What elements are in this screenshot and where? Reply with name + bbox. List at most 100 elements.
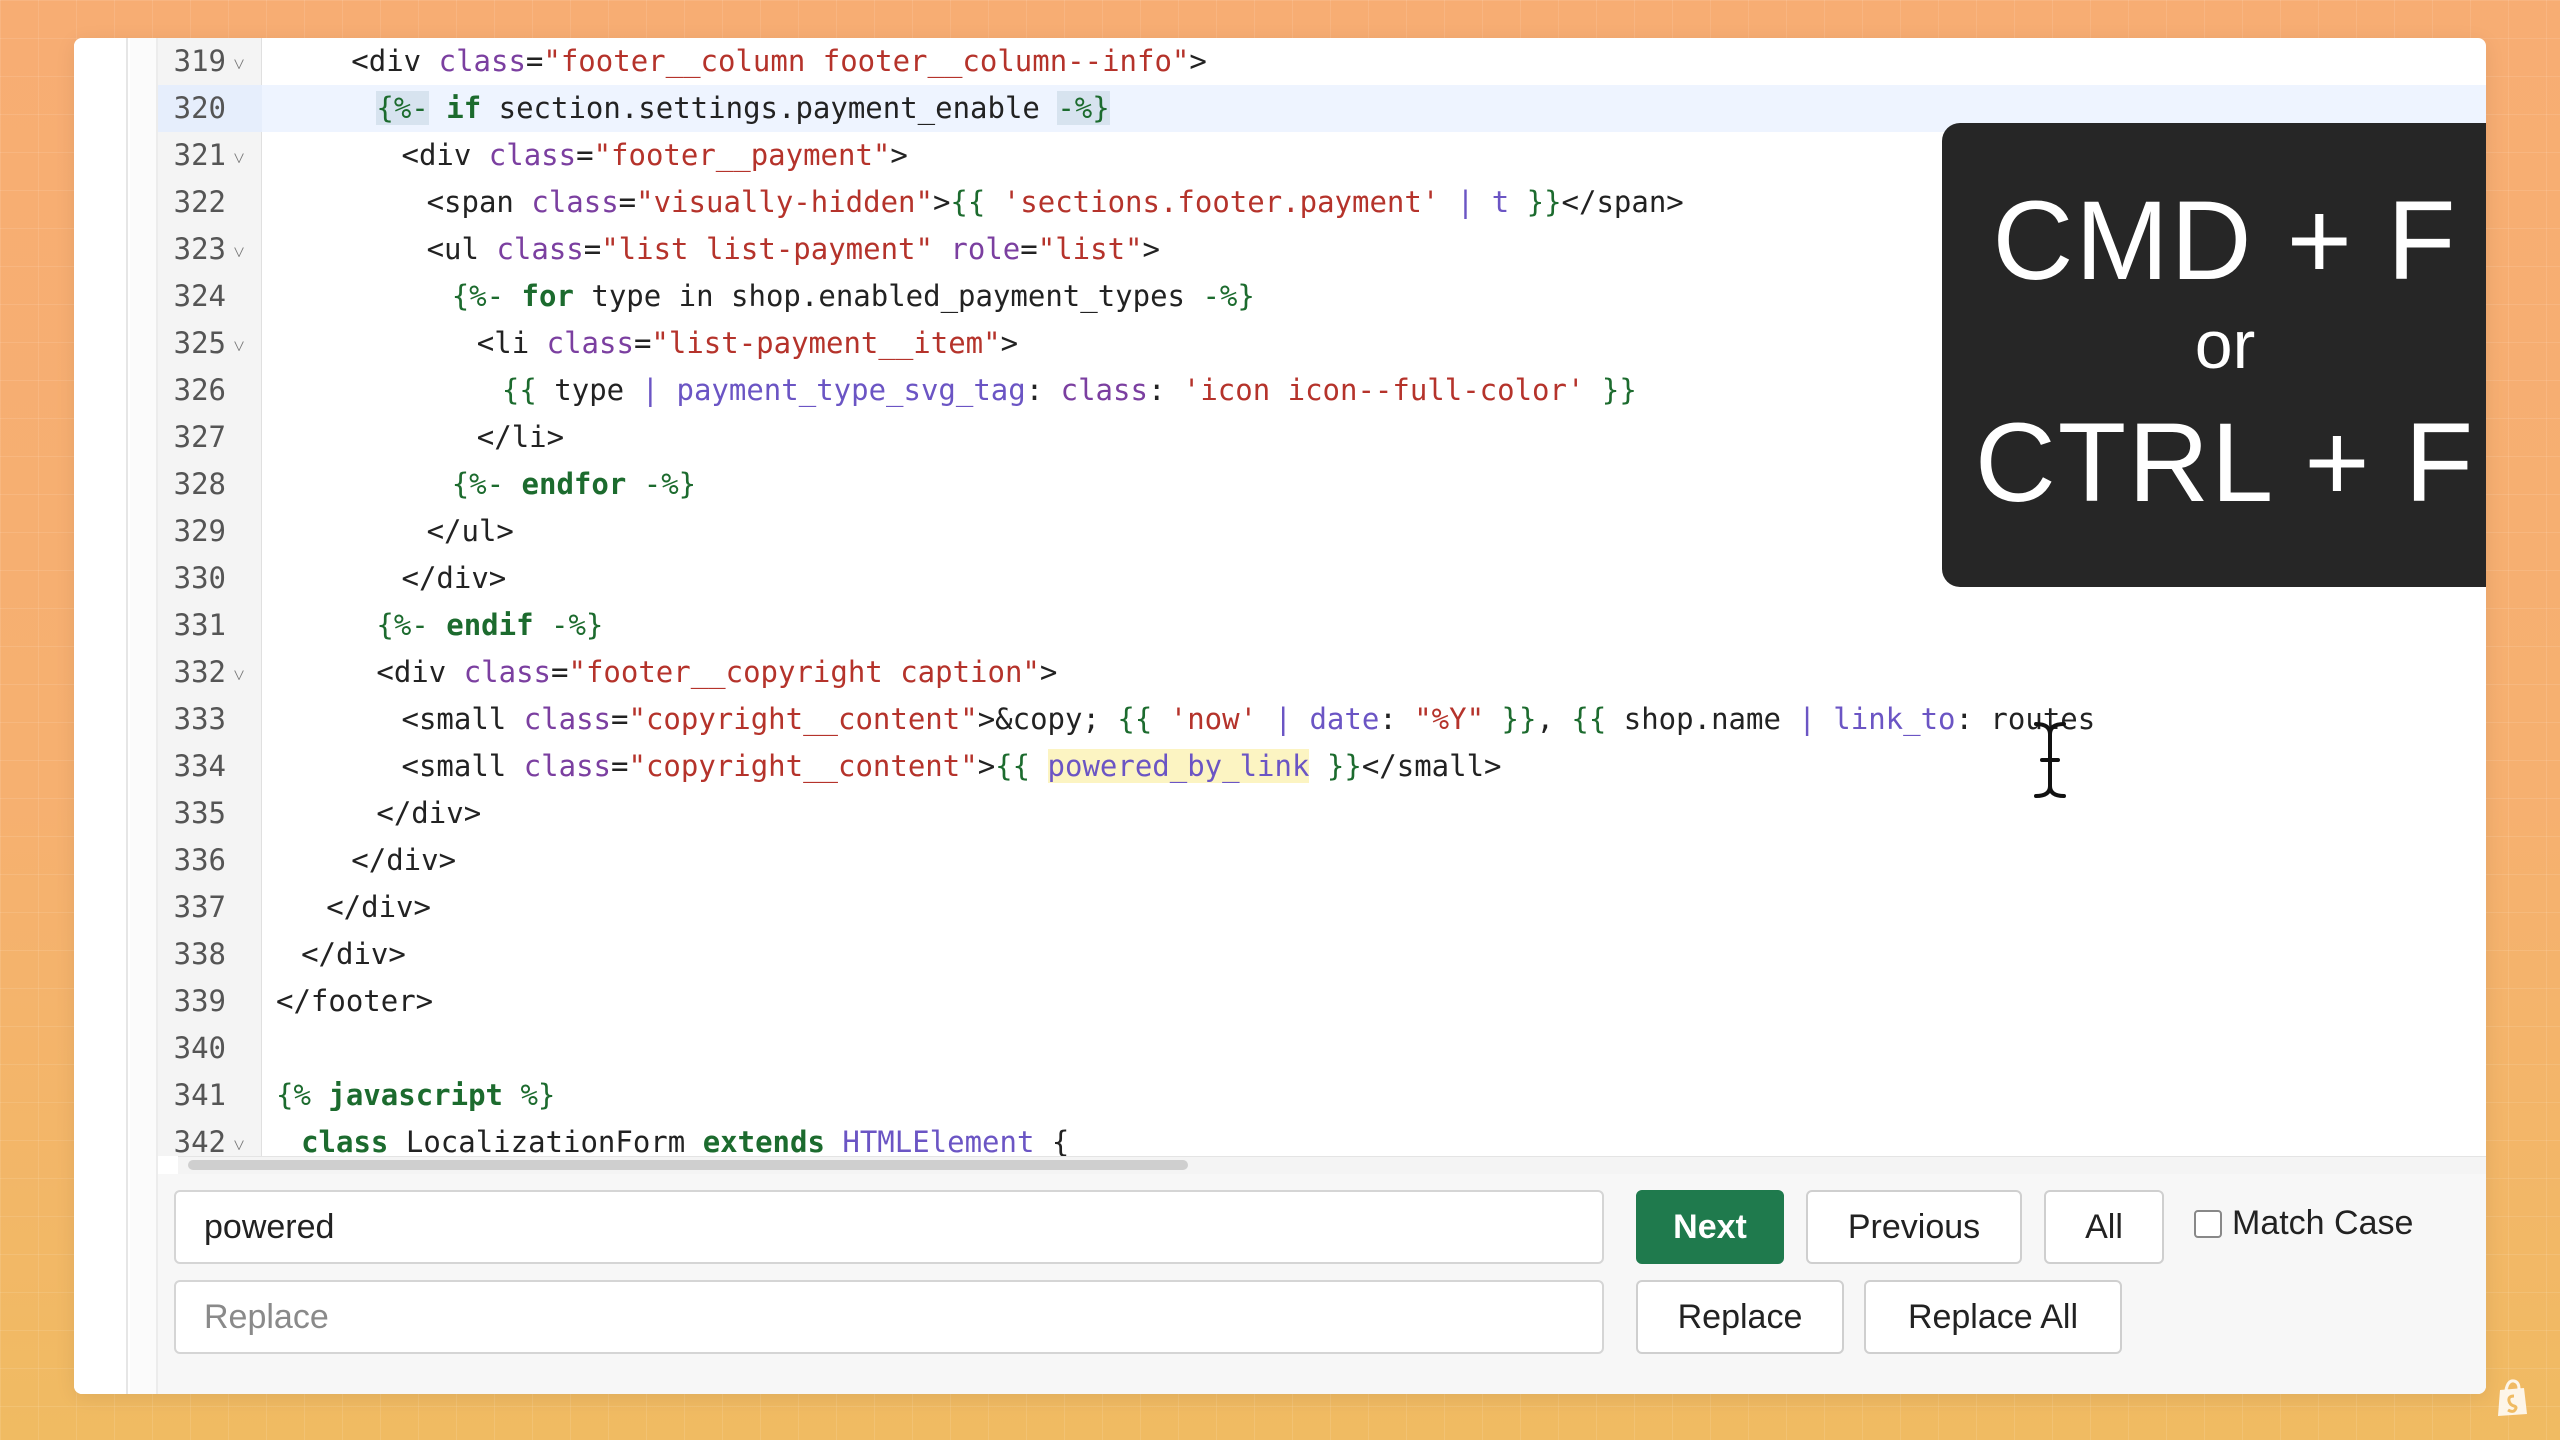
replace-button[interactable]: Replace [1636,1280,1844,1354]
line-number-text: 333 [173,702,226,736]
previous-button[interactable]: Previous [1806,1190,2022,1264]
code-token: %} [503,1078,556,1112]
code-line-text: {%- endfor -%} [452,461,696,508]
code-token: = [633,326,652,360]
code-token: "footer__column footer__column--info" [543,44,1190,78]
code-token: "list-payment__item" [651,326,1001,360]
code-token: <li [476,326,547,360]
code-line-text: {%- if section.settings.payment_enable -… [376,85,1110,132]
code-line[interactable]: </div> [262,884,2486,931]
code-line-text: class LocalizationForm extends HTMLEleme… [301,1119,1069,1156]
replace-all-button[interactable]: Replace All [1864,1280,2122,1354]
next-button[interactable]: Next [1636,1190,1784,1264]
code-line-text: </li> [477,414,564,461]
line-number-text: 330 [173,561,226,595]
code-token: > [1039,655,1058,689]
code-token: extends [702,1125,825,1156]
code-token: class [531,185,619,219]
code-token: > [1189,44,1207,78]
code-token: > [1000,326,1019,360]
code-token: powered_by_link [1047,749,1310,783]
code-line[interactable]: <div class="footer__column footer__colum… [262,38,2486,85]
code-line[interactable]: <div class="footer__copyright caption"> [262,649,2486,696]
code-line[interactable]: <small class="copyright__content">{{ pow… [262,743,2486,790]
find-replace-bar: Next Previous All Match Case Replace Rep… [158,1174,2486,1394]
code-line[interactable]: {%- endif -%} [262,602,2486,649]
chevron-down-icon[interactable]: ˅ [226,652,252,699]
code-line[interactable]: </div> [262,931,2486,978]
line-number: 334 [158,743,262,790]
code-token: = [611,702,629,736]
match-case-toggle[interactable]: Match Case [2194,1204,2413,1243]
code-token: class [496,232,584,266]
all-button[interactable]: All [2044,1190,2164,1264]
line-number: 320 [158,85,262,132]
code-token: : [1379,702,1415,736]
code-token: {{ [995,749,1048,783]
chevron-down-icon[interactable]: ˅ [226,135,252,182]
code-token: </div> [351,843,457,877]
code-token: class [1060,373,1148,407]
line-number-text: 321 [173,138,226,172]
search-input[interactable] [174,1190,1604,1264]
chevron-down-icon[interactable]: ˅ [226,41,252,88]
replace-input[interactable] [174,1280,1604,1354]
line-number-text: 319 [173,44,226,78]
code-line[interactable]: <small class="copyright__content">&copy;… [262,696,2486,743]
line-number-text: 326 [173,373,226,407]
code-token: : [1147,373,1183,407]
code-line[interactable]: </div> [262,837,2486,884]
code-token: javascript [328,1078,503,1112]
code-token: -%} [533,608,604,642]
code-token: <div [376,655,464,689]
code-token: = [611,749,629,783]
code-token: <span [426,185,532,219]
code-token: -%} [1202,279,1255,313]
code-token: "footer__payment" [593,138,891,172]
match-case-checkbox[interactable] [2194,1209,2222,1238]
shortcut-cmd-f: CMD + F [1992,178,2458,303]
line-number-text: 339 [173,984,226,1018]
code-token: <small [401,749,524,783]
code-token: class [523,749,612,783]
code-token: 'icon icon--full-color' [1182,373,1585,407]
code-line-text: <div class="footer__copyright caption"> [376,649,1057,696]
code-token: {{ [1117,702,1170,736]
chevron-down-icon[interactable]: ˅ [226,323,252,370]
code-token: role [932,232,1021,266]
code-token: = [618,185,637,219]
code-token: {%- [451,279,522,313]
line-number-text: 327 [173,420,226,454]
code-line[interactable]: class LocalizationForm extends HTMLEleme… [262,1119,2486,1156]
code-line[interactable]: </footer> [262,978,2486,1025]
code-token: class [438,44,526,78]
code-token: = [551,655,569,689]
code-token: <ul [426,232,497,266]
line-number: 336 [158,837,262,884]
line-number-text: 320 [173,91,226,125]
horizontal-scrollbar-thumb[interactable] [188,1160,1188,1170]
code-token: endif [446,608,534,642]
code-line-text: </div> [351,837,456,884]
code-line[interactable] [262,1025,2486,1072]
code-line-text: </div> [301,931,406,978]
line-number-text: 325 [173,326,226,360]
code-token: </footer> [276,984,434,1018]
code-line-text: <ul class="list list-payment" role="list… [427,226,1160,273]
code-token: {{ [501,373,555,407]
code-token: class [301,1125,389,1156]
line-number: 337 [158,884,262,931]
line-number-text: 340 [173,1031,226,1065]
code-line[interactable]: </div> [262,790,2486,837]
code-token: type [554,373,642,407]
code-line-text: </div> [401,555,506,602]
line-number: 322 [158,179,262,226]
code-line[interactable]: {% javascript %} [262,1072,2486,1119]
code-line-text: </div> [326,884,431,931]
line-number-gutter: 319 ˅ 320 321 ˅ 322 323 ˅ 324 325 ˅ 326 327 328 329 330… [158,38,262,1159]
chevron-down-icon[interactable]: ˅ [226,229,252,276]
line-number: 330 [158,555,262,602]
line-number-text: 336 [173,843,226,877]
code-token: </li> [476,420,565,454]
line-number: 323 ˅ [158,226,262,273]
